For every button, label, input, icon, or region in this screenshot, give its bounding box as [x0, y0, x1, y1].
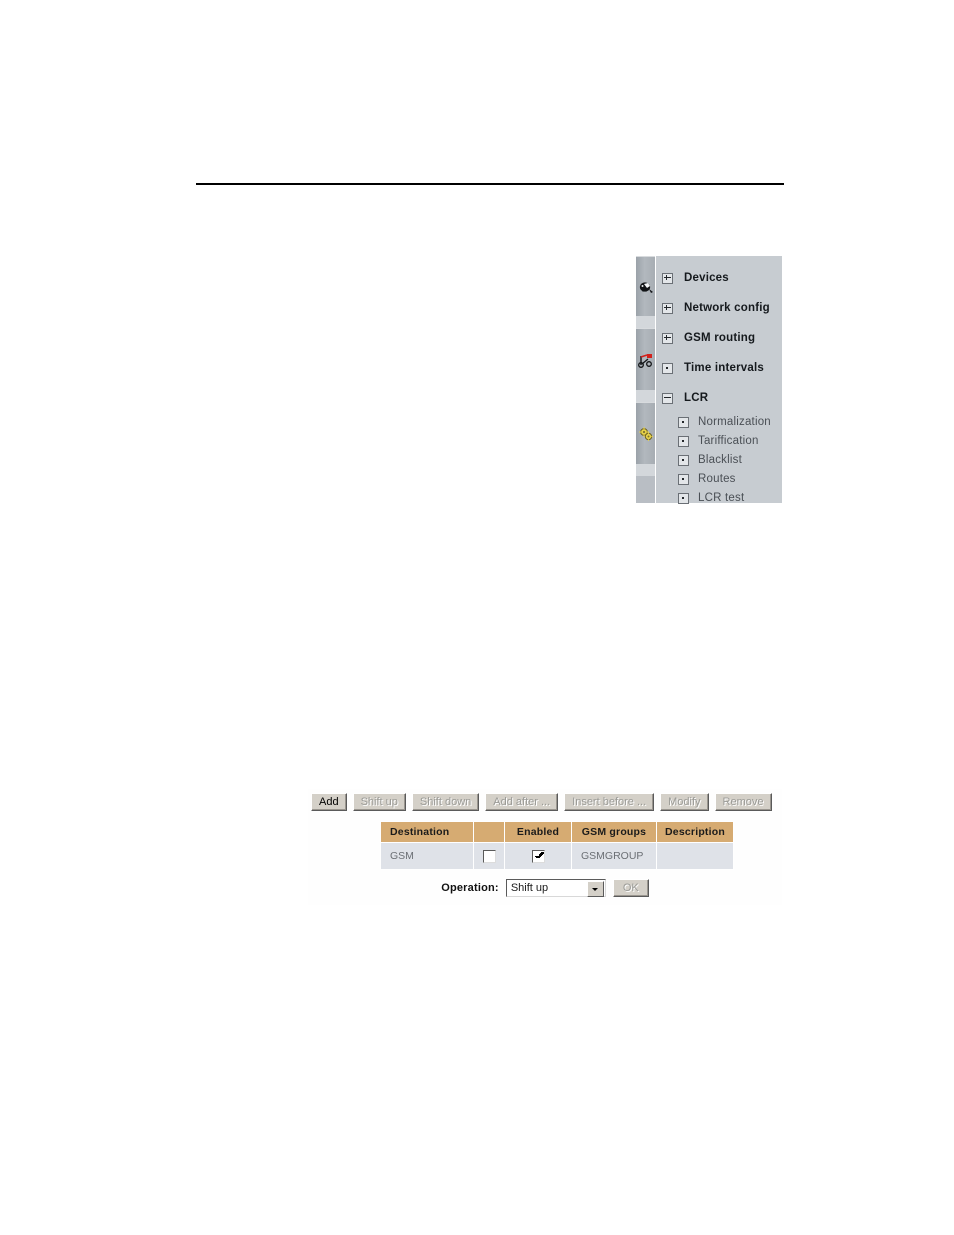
expander-leaf-icon[interactable] — [678, 492, 689, 504]
chevron-down-icon[interactable] — [586, 881, 604, 897]
expander-leaf-icon[interactable] — [678, 473, 689, 485]
expander-leaf-icon[interactable] — [662, 362, 673, 374]
cell-description — [656, 842, 734, 870]
toolbar-separator-1 — [636, 316, 655, 328]
routes-editor-panel: Add Shift up Shift down Add after ... In… — [308, 789, 782, 905]
row-flag-checkbox[interactable] — [482, 849, 496, 863]
navigation-panel: Devices Network config GSM routing Time … — [636, 256, 782, 506]
remove-button[interactable]: Remove — [714, 793, 772, 811]
toolbar-button-settings[interactable] — [636, 402, 655, 466]
tree-item-label: Time intervals — [684, 362, 764, 374]
table-header-row: Destination Enabled GSM groups Descripti… — [380, 821, 734, 843]
toolbar-button-devices[interactable] — [636, 256, 655, 318]
operation-selected-value: Shift up — [510, 882, 549, 894]
editor-toolbar: Add Shift up Shift down Add after ... In… — [311, 793, 772, 811]
add-after-button[interactable]: Add after ... — [485, 793, 559, 811]
tree-item-label: Network config — [684, 302, 770, 314]
tree-item-lcr[interactable]: LCR — [656, 390, 782, 406]
tree-item-normalization[interactable]: Normalization — [656, 414, 782, 430]
tree-item-label: Devices — [684, 272, 729, 284]
operation-select[interactable]: Shift up — [505, 879, 606, 897]
expander-minus-icon[interactable] — [662, 392, 673, 404]
ok-button[interactable]: OK — [612, 879, 649, 897]
tree-item-time-intervals[interactable]: Time intervals — [656, 360, 782, 376]
expander-leaf-icon[interactable] — [678, 454, 689, 466]
column-header-gsm-groups[interactable]: GSM groups — [571, 821, 657, 843]
cell-enabled[interactable] — [504, 842, 572, 870]
expander-plus-icon[interactable] — [662, 332, 673, 344]
tree-item-network-config[interactable]: Network config — [656, 300, 782, 316]
tree-item-devices[interactable]: Devices — [656, 270, 782, 286]
column-header-enabled[interactable]: Enabled — [504, 821, 572, 843]
tree-item-lcr-test[interactable]: LCR test — [656, 490, 782, 506]
expander-leaf-icon[interactable] — [678, 416, 689, 428]
row-enabled-checkbox[interactable] — [531, 849, 545, 863]
insert-before-button[interactable]: Insert before ... — [564, 793, 655, 811]
cell-destination: GSM — [380, 842, 474, 870]
shift-up-button[interactable]: Shift up — [352, 793, 406, 811]
tree-item-label: Tariffication — [698, 435, 759, 447]
cell-flag[interactable] — [473, 842, 505, 870]
tree-item-routes[interactable]: Routes — [656, 471, 782, 487]
tree-item-gsm-routing[interactable]: GSM routing — [656, 330, 782, 346]
operation-row: Operation: Shift up OK — [308, 879, 782, 897]
toolbar-button-routing[interactable] — [636, 328, 655, 392]
column-header-destination[interactable]: Destination — [380, 821, 474, 843]
table-row[interactable]: GSM GSMGROUP — [380, 842, 734, 870]
tree-item-label: GSM routing — [684, 332, 756, 344]
tree-item-label: LCR — [684, 392, 709, 404]
contacts-devices-icon — [639, 282, 653, 293]
routes-table: Destination Enabled GSM groups Descripti… — [380, 821, 734, 870]
expander-plus-icon[interactable] — [662, 272, 673, 284]
cell-gsm-groups: GSMGROUP — [571, 842, 657, 870]
navigation-tree: Devices Network config GSM routing Time … — [656, 256, 782, 506]
add-button[interactable]: Add — [311, 793, 347, 811]
tree-item-blacklist[interactable]: Blacklist — [656, 452, 782, 468]
column-header-flag[interactable] — [473, 821, 505, 843]
tree-item-label: LCR test — [698, 492, 745, 504]
modify-button[interactable]: Modify — [660, 793, 709, 811]
column-header-description[interactable]: Description — [656, 821, 734, 843]
toolbar-separator-2 — [636, 390, 655, 402]
settings-gears-icon — [638, 427, 653, 441]
expander-plus-icon[interactable] — [662, 302, 673, 314]
tree-item-label: Routes — [698, 473, 736, 485]
vertical-icon-toolbar — [636, 256, 656, 503]
tree-item-label: Blacklist — [698, 454, 742, 466]
expander-leaf-icon[interactable] — [678, 435, 689, 447]
page-divider-rule — [196, 183, 784, 185]
shift-down-button[interactable]: Shift down — [411, 793, 480, 811]
tree-item-label: Normalization — [698, 416, 771, 428]
tree-item-tariffication[interactable]: Tariffication — [656, 433, 782, 449]
operation-label: Operation: — [441, 882, 499, 894]
toolbar-separator-3 — [636, 464, 655, 476]
routing-flag-icon — [637, 354, 652, 368]
